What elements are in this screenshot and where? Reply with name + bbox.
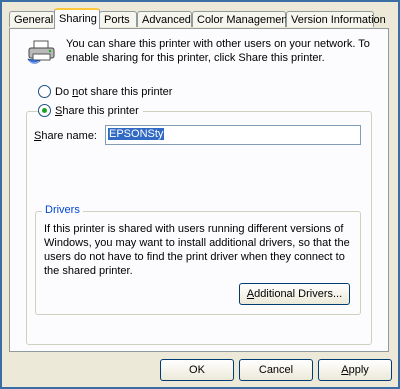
ok-button[interactable]: OK [160,359,234,381]
tab-general[interactable]: General [9,11,55,27]
tab-ports[interactable]: Ports [99,11,137,27]
share-this-printer-label: Share this printer [55,104,139,117]
radio-unchecked-indicator [38,85,51,98]
tab-advanced[interactable]: Advanced [137,11,192,27]
drivers-description: If this printer is shared with users run… [44,223,350,277]
printer-properties-dialog: General Sharing Ports Advanced Color Man… [0,0,400,389]
sharing-panel: You can share this printer with other us… [9,28,389,352]
apply-button[interactable]: Apply [318,359,392,381]
share-this-printer-radio[interactable]: Share this printer [38,104,143,117]
do-not-share-radio[interactable]: Do not share this printer [38,85,177,98]
tab-version-information[interactable]: Version Information [286,11,386,27]
cancel-button[interactable]: Cancel [239,359,313,381]
tab-color-management[interactable]: Color Management [192,11,291,27]
sharing-info-text: You can share this printer with other us… [66,38,370,64]
do-not-share-label: Do not share this printer [55,85,173,98]
share-name-input[interactable]: EPSONSty [105,125,361,145]
drivers-legend: Drivers [42,204,83,216]
share-name-label: Share name: [34,130,97,142]
radio-checked-indicator [38,104,51,117]
printer-share-icon [27,40,55,64]
additional-drivers-button[interactable]: Additional Drivers... [239,283,350,305]
tab-sharing[interactable]: Sharing [54,8,100,29]
share-name-value: EPSONSty [108,128,165,140]
